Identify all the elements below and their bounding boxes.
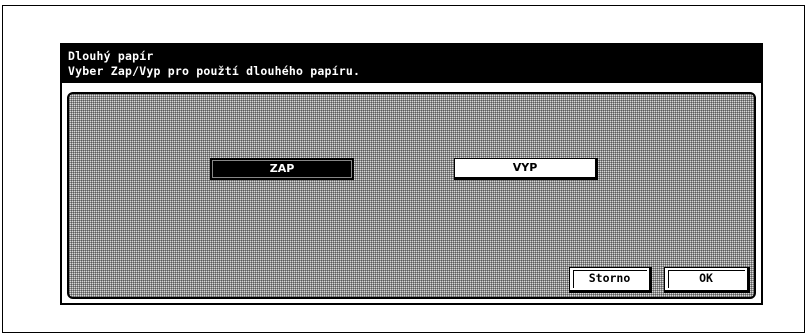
dialog-content-area	[67, 92, 756, 299]
ok-button-label: OK	[699, 271, 713, 285]
dialog-header: Dlouhý papír Vyber Zap/Vyp pro použtí dl…	[62, 45, 761, 83]
vyp-button-label: VYP	[512, 161, 538, 174]
dialog-subtitle: Vyber Zap/Vyp pro použtí dlouhého papíru…	[68, 64, 361, 78]
ok-button[interactable]: OK	[664, 267, 750, 293]
long-paper-dialog: Dlouhý papír Vyber Zap/Vyp pro použtí dl…	[60, 43, 763, 305]
cancel-button-label: Storno	[588, 271, 631, 285]
vyp-button[interactable]: VYP	[454, 158, 598, 180]
dialog-title: Dlouhý papír	[68, 49, 154, 63]
cancel-button[interactable]: Storno	[569, 267, 652, 293]
zap-button[interactable]: ZAP	[210, 158, 354, 180]
zap-button-label: ZAP	[269, 162, 295, 175]
